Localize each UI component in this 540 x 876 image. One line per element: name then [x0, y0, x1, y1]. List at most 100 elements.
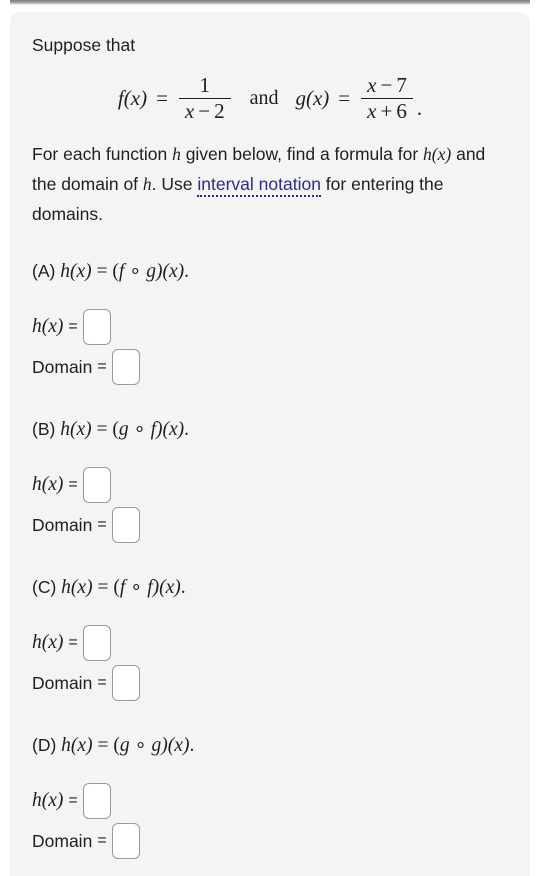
f-den-var: x [184, 99, 195, 124]
part-c-hx-equals: = [68, 634, 78, 652]
part-a: (A) h(x) = (f ∘ g)(x). h(x) = Domain = [32, 259, 508, 387]
part-a-domain-input[interactable] [111, 349, 140, 386]
part-c-domain-label: Domain [32, 672, 93, 693]
f-equals-sign: = [156, 85, 168, 110]
part-b-hx-row: h(x) = [32, 465, 508, 505]
part-c-hx-row: h(x) = [32, 623, 508, 663]
f-argument: (x) [123, 85, 148, 110]
lead-text: Suppose that [32, 35, 136, 55]
part-a-domain-equals: = [97, 358, 107, 376]
part-a-first-fn: f [118, 261, 125, 283]
instructions-segment-4: . Use [151, 173, 198, 194]
part-d-label: (D) [32, 735, 57, 756]
g-num-op: − [380, 73, 393, 98]
part-b-period: . [184, 419, 190, 441]
part-c-lhs: h(x) [61, 577, 93, 599]
part-b-domain-equals: = [97, 516, 107, 534]
part-a-period: . [184, 261, 190, 283]
part-b-eq: = [96, 419, 108, 441]
part-a-lhs: h(x) [60, 261, 92, 283]
part-a-hx-label: h(x) [32, 316, 63, 338]
part-d-statement: (D) h(x) = (g ∘ g)(x). [32, 733, 508, 757]
part-c: (C) h(x) = (f ∘ f)(x). h(x) = Domain = [32, 575, 508, 703]
g-name: g [295, 85, 306, 110]
composition-ring-icon: ∘ [133, 419, 146, 441]
part-c-statement: (C) h(x) = (f ∘ f)(x). [32, 575, 508, 599]
composition-ring-icon: ∘ [134, 735, 147, 757]
part-c-domain-equals: = [97, 674, 107, 692]
part-a-close-paren: )(x) [156, 261, 185, 283]
part-d-hx-equals: = [68, 792, 78, 810]
part-c-domain-row: Domain = [32, 663, 508, 703]
part-d-lhs: h(x) [61, 735, 93, 757]
part-a-hx-math: h(x) [32, 316, 64, 338]
g-num-num: 7 [396, 73, 407, 98]
part-a-second-fn: g [146, 261, 156, 283]
equation-period: . [416, 95, 423, 120]
f-numerator: 1 [199, 73, 211, 98]
part-d-second-fn: g [151, 735, 162, 757]
part-b-hx-equals: = [68, 476, 78, 494]
part-d-period: . [189, 735, 195, 757]
part-c-eq: = [97, 577, 109, 599]
f-denominator: x −2 [179, 99, 231, 123]
f-fraction: 1 x −2 [178, 73, 231, 123]
part-d-hx-math: h(x) [32, 790, 64, 812]
part-c-formula: h(x) = (f ∘ f)(x). [61, 577, 185, 598]
instructions-segment-1: For each function [32, 143, 173, 164]
part-b-hx-math: h(x) [32, 474, 64, 496]
part-b-domain-input[interactable] [111, 507, 140, 544]
part-d-first-fn: g [119, 735, 130, 757]
part-c-first-fn: f [119, 577, 126, 599]
part-a-domain-label: Domain [32, 356, 93, 377]
part-d-answers: h(x) = Domain = [32, 781, 508, 861]
part-b-label: (B) [32, 419, 56, 440]
part-a-label: (A) [32, 261, 56, 282]
part-b-domain-label: Domain [32, 514, 93, 535]
composition-ring-icon: ∘ [130, 577, 143, 599]
part-d-domain-row: Domain = [32, 821, 508, 861]
g-denominator: x +6 [361, 99, 413, 123]
part-c-label: (C) [32, 577, 57, 598]
part-b-answers: h(x) = Domain = [32, 465, 508, 545]
g-argument: (x) [305, 85, 330, 110]
part-d-eq: = [97, 735, 109, 757]
part-b-statement: (B) h(x) = (g ∘ f)(x). [32, 417, 508, 441]
part-d-domain-equals: = [97, 832, 107, 850]
part-c-hx-input[interactable] [82, 625, 111, 662]
part-d-domain-input[interactable] [111, 823, 140, 860]
part-d-hx-label: h(x) [32, 790, 63, 812]
part-b-formula: h(x) = (g ∘ f)(x). [60, 419, 189, 440]
part-d-hx-row: h(x) = [32, 781, 508, 821]
part-b-lhs: h(x) [60, 419, 92, 441]
part-c-hx-math: h(x) [32, 632, 64, 654]
function-g-definition: g (x) = x −7 x +6 . [295, 74, 422, 123]
instructions-var-h-first: h [172, 143, 181, 164]
instructions-paragraph: For each function h given below, find a … [32, 139, 508, 229]
chrome-strip-right-cap [530, 0, 540, 5]
g-den-num: 6 [396, 99, 407, 124]
function-f-definition: f (x) = 1 x −2 [118, 74, 233, 123]
part-a-hx-input[interactable] [82, 309, 111, 346]
part-c-domain-input[interactable] [111, 665, 140, 702]
part-a-statement: (A) h(x) = (f ∘ g)(x). [32, 259, 508, 283]
part-d-hx-input[interactable] [82, 783, 111, 820]
equation-conjunction: and [249, 86, 279, 109]
part-b-hx-input[interactable] [82, 467, 111, 504]
part-b-hx-label: h(x) [32, 474, 63, 496]
g-den-var: x [367, 99, 377, 124]
part-b-first-fn: g [118, 419, 129, 441]
composition-ring-icon: ∘ [129, 261, 142, 283]
chrome-strip-left-cap [0, 0, 10, 5]
part-a-hx-row: h(x) = [32, 307, 508, 347]
browser-chrome-strip [0, 0, 540, 5]
part-d: (D) h(x) = (g ∘ g)(x). h(x) = Domain = [32, 733, 508, 861]
part-c-hx-label: h(x) [32, 632, 63, 654]
given-functions-equation: f (x) = 1 x −2 and g (x) = x −7 x +6 . [32, 74, 508, 123]
interval-notation-link[interactable]: interval notation [197, 173, 321, 197]
part-c-period: . [180, 577, 186, 599]
part-b: (B) h(x) = (g ∘ f)(x). h(x) = Domain = [32, 417, 508, 545]
part-a-domain-row: Domain = [32, 347, 508, 387]
instructions-var-h-second: h [142, 173, 152, 194]
part-b-domain-row: Domain = [32, 505, 508, 545]
